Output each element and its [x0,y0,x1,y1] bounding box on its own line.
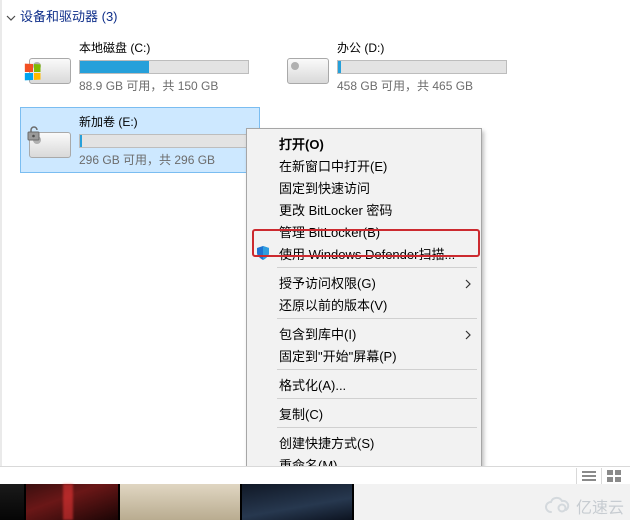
taskbar-thumb [120,484,242,520]
ctx-pin-quick-access[interactable]: 固定到快速访问 [249,176,479,198]
ctx-open[interactable]: 打开(O) [249,132,479,154]
ctx-separator [277,427,477,428]
ctx-separator [277,369,477,370]
capacity-bar [79,60,249,74]
ctx-open-new-window[interactable]: 在新窗口中打开(E) [249,154,479,176]
capacity-fill [338,61,341,73]
ctx-separator [277,398,477,399]
ctx-restore-previous[interactable]: 还原以前的版本(V) [249,293,479,315]
cloud-icon [542,496,572,516]
drive-label: 办公 (D:) [337,39,511,56]
window-left-edge [0,0,2,484]
watermark: 亿速云 [542,494,624,518]
capacity-bar [337,60,507,74]
taskbar-strip [0,484,630,520]
status-bar [0,466,630,484]
windows-flag-icon [25,64,41,81]
drive-freespace: 458 GB 可用，共 465 GB [337,77,511,94]
chevron-down-icon [6,11,16,21]
drive-label: 本地磁盘 (C:) [79,39,253,56]
ctx-grant-access[interactable]: 授予访问权限(G) [249,271,479,293]
drive-freespace: 296 GB 可用，共 296 GB [79,151,253,168]
capacity-fill [80,135,82,147]
ctx-separator [277,318,477,319]
taskbar-thumb [242,484,354,520]
ctx-change-bitlocker-password[interactable]: 更改 BitLocker 密码 [249,198,479,220]
lock-open-icon [25,124,43,142]
ctx-create-shortcut[interactable]: 创建快捷方式(S) [249,431,479,453]
drive-c[interactable]: 本地磁盘 (C:) 88.9 GB 可用，共 150 GB [20,33,260,99]
section-header[interactable]: 设备和驱动器 (3) [0,0,630,27]
context-menu: 打开(O) 在新窗口中打开(E) 固定到快速访问 更改 BitLocker 密码… [246,128,482,508]
drive-label: 新加卷 (E:) [79,113,253,130]
drive-e[interactable]: 新加卷 (E:) 296 GB 可用，共 296 GB [20,107,260,173]
ctx-pin-to-start[interactable]: 固定到"开始"屏幕(P) [249,344,479,366]
drive-icon-c [27,44,71,88]
ctx-copy[interactable]: 复制(C) [249,402,479,424]
ctx-manage-bitlocker[interactable]: 管理 BitLocker(B) [249,220,479,242]
capacity-fill [80,61,149,73]
ctx-separator [277,267,477,268]
drive-d[interactable]: 办公 (D:) 458 GB 可用，共 465 GB [278,33,518,99]
taskbar-thumb [0,484,26,520]
view-details-button[interactable] [576,468,601,484]
drive-icon-e [27,118,71,162]
ctx-defender-scan[interactable]: 使用 Windows Defender扫描... [249,242,479,264]
drive-freespace: 88.9 GB 可用，共 150 GB [79,77,253,94]
chevron-right-icon [465,328,471,338]
ctx-format[interactable]: 格式化(A)... [249,373,479,395]
taskbar-thumb [26,484,120,520]
section-title: 设备和驱动器 (3) [20,6,118,25]
drive-icon-d [285,44,329,88]
chevron-right-icon [465,277,471,287]
watermark-text: 亿速云 [576,494,624,518]
view-large-icons-button[interactable] [601,468,626,484]
shield-icon [255,245,271,261]
capacity-bar [79,134,249,148]
ctx-include-in-library[interactable]: 包含到库中(I) [249,322,479,344]
